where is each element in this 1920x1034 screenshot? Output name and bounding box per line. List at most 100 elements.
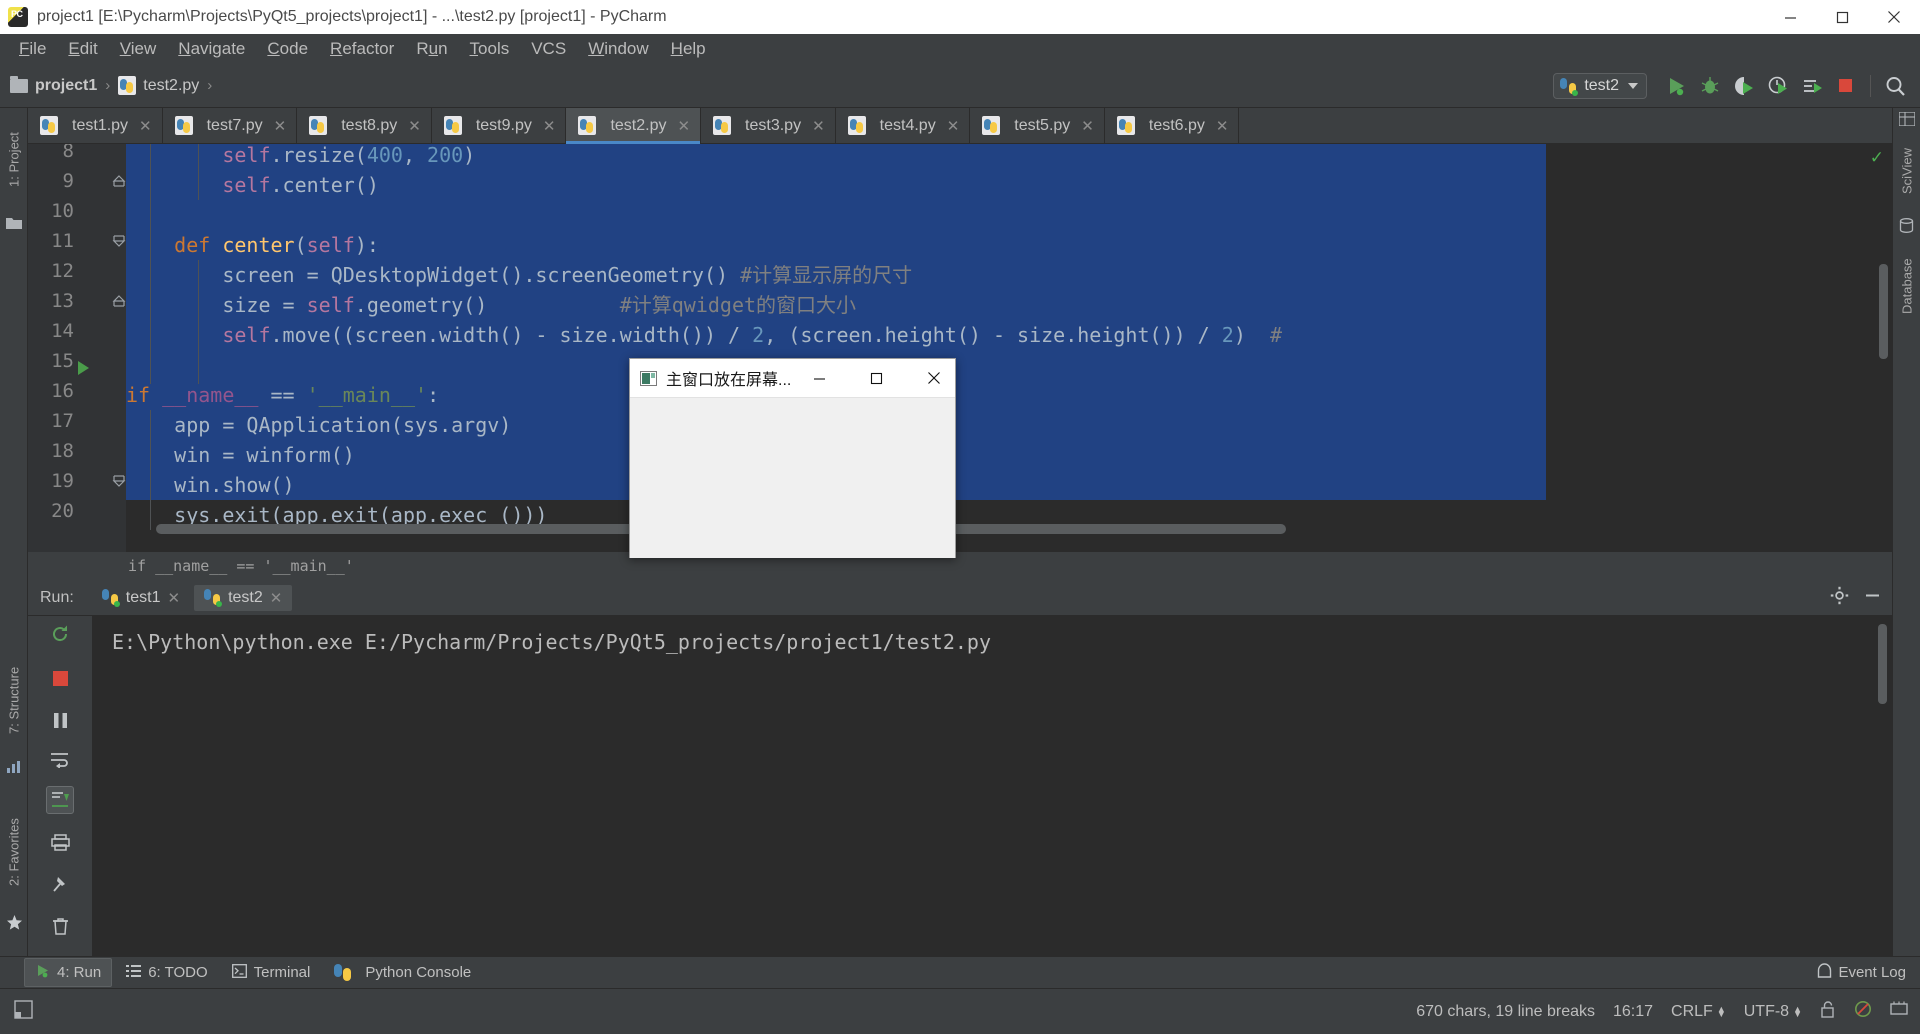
editor-gutter[interactable]: 8 9 10 11 12 13 14 15 16 17 18 19 20 — [28, 144, 126, 552]
hide-icon[interactable] — [1863, 586, 1882, 610]
editor-tab-test1[interactable]: test1.py ✕ — [28, 108, 163, 143]
code-content[interactable]: self.resize(400, 200) self.center() def … — [126, 144, 1892, 552]
delete-icon[interactable] — [46, 912, 74, 940]
editor-tab-test3[interactable]: test3.py ✕ — [701, 108, 836, 143]
close-icon[interactable]: ✕ — [1216, 117, 1229, 135]
run-icon[interactable] — [1659, 68, 1693, 104]
bottom-item-python-console[interactable]: Python Console — [324, 960, 481, 985]
sidebar-item-database-label: Database — [1899, 258, 1915, 314]
run-with-coverage-icon[interactable] — [1727, 68, 1761, 104]
close-icon[interactable]: ✕ — [677, 117, 690, 135]
code-editor[interactable]: 8 9 10 11 12 13 14 15 16 17 18 19 20 sel… — [28, 144, 1892, 552]
editor-tab-test4[interactable]: test4.py ✕ — [836, 108, 971, 143]
fold-marker-icon[interactable] — [112, 294, 126, 308]
stop-icon[interactable] — [46, 664, 74, 692]
code-line-17: app = QApplication(sys.argv) — [126, 413, 512, 437]
menu-view[interactable]: View — [109, 37, 168, 61]
editor-tab-test2[interactable]: test2.py ✕ — [566, 108, 702, 144]
console-scrollbar[interactable] — [1878, 624, 1887, 704]
close-icon[interactable]: ✕ — [167, 589, 180, 607]
scroll-to-end-icon[interactable] — [46, 786, 74, 814]
close-button[interactable] — [1868, 0, 1920, 34]
maximize-button[interactable] — [1816, 0, 1868, 34]
qt-dialog-window[interactable]: 主窗口放在屏幕... — [629, 358, 956, 558]
close-icon[interactable]: ✕ — [543, 117, 556, 135]
structure-icon[interactable] — [6, 760, 22, 774]
menu-file[interactable]: File — [8, 37, 57, 61]
bottom-item-todo[interactable]: 6: TODO — [116, 960, 217, 986]
menu-vcs[interactable]: VCS — [520, 37, 577, 61]
run-configuration-selector[interactable]: test2 — [1553, 73, 1647, 99]
sidebar-item-project[interactable]: 1: Project — [0, 114, 28, 206]
settings-gear-icon[interactable] — [1830, 586, 1849, 610]
editor-vertical-scrollbar[interactable] — [1879, 264, 1888, 359]
close-icon[interactable]: ✕ — [812, 117, 825, 135]
menu-code[interactable]: Code — [256, 37, 319, 61]
menu-refactor[interactable]: Refactor — [319, 37, 405, 61]
stop-icon[interactable] — [1829, 68, 1863, 104]
menu-tools[interactable]: Tools — [459, 37, 521, 61]
editor-tab-label: test7.py — [206, 116, 263, 134]
sidebar-item-database[interactable]: Database — [1893, 240, 1920, 332]
fold-marker-icon[interactable] — [112, 474, 126, 488]
sciview-grid-icon[interactable] — [1898, 111, 1916, 127]
fold-marker-icon[interactable] — [112, 174, 126, 188]
menu-window[interactable]: Window — [577, 37, 659, 61]
search-everywhere-icon[interactable] — [1878, 68, 1912, 104]
memory-icon[interactable] — [1890, 1001, 1908, 1022]
editor-tab-test9[interactable]: test9.py ✕ — [432, 108, 567, 143]
run-console-output[interactable]: E:\Python\python.exe E:/Pycharm/Projects… — [92, 616, 1892, 960]
rerun-icon[interactable] — [46, 620, 74, 648]
menu-navigate[interactable]: Navigate — [167, 37, 256, 61]
profile-icon[interactable] — [1761, 68, 1795, 104]
lock-icon[interactable] — [1820, 1000, 1836, 1023]
run-gutter-icon[interactable] — [78, 361, 89, 375]
sidebar-item-structure[interactable]: 7: Structure — [0, 648, 28, 752]
status-line-separator[interactable]: CRLF ▲ ▼ — [1671, 1003, 1726, 1021]
code-line-9: self.center() — [222, 173, 379, 197]
close-icon[interactable]: ✕ — [139, 117, 152, 135]
pause-icon[interactable] — [46, 706, 74, 734]
editor-tab-test5[interactable]: test5.py ✕ — [970, 108, 1105, 143]
updown-icon: ▲ ▼ — [1793, 1003, 1802, 1019]
breadcrumb-project[interactable]: project1 › — [10, 75, 118, 95]
menu-edit[interactable]: Edit — [57, 37, 108, 61]
database-cylinder-icon[interactable] — [1899, 218, 1915, 233]
editor-tab-test6[interactable]: test6.py ✕ — [1105, 108, 1240, 143]
menu-run[interactable]: Run — [405, 37, 458, 61]
close-icon[interactable]: ✕ — [270, 589, 283, 607]
close-icon[interactable]: ✕ — [1081, 117, 1094, 135]
print-icon[interactable] — [46, 828, 74, 856]
close-icon[interactable]: ✕ — [274, 117, 287, 135]
minimize-button[interactable] — [1764, 0, 1816, 34]
close-icon[interactable]: ✕ — [947, 117, 960, 135]
close-icon[interactable]: ✕ — [408, 117, 421, 135]
project-folder-icon[interactable] — [6, 216, 22, 230]
sidebar-item-sciview[interactable]: SciView — [1893, 134, 1920, 208]
inspection-ok-icon[interactable]: ✓ — [1870, 148, 1884, 168]
pin-icon[interactable] — [46, 870, 74, 898]
favorites-star-icon[interactable] — [6, 914, 22, 932]
menu-help[interactable]: Help — [660, 37, 717, 61]
event-log-button[interactable]: Event Log — [1817, 963, 1906, 982]
sidebar-item-favorites[interactable]: 2: Favorites — [0, 798, 28, 906]
breadcrumb-file[interactable]: test2.py › — [118, 76, 220, 95]
fold-marker-icon[interactable] — [112, 234, 126, 248]
editor-tab-test8[interactable]: test8.py ✕ — [297, 108, 432, 143]
bottom-item-run[interactable]: 4: Run — [24, 958, 113, 987]
qt-dialog-titlebar[interactable]: 主窗口放在屏幕... — [630, 359, 955, 398]
bottom-tool-bar: 4: Run 6: TODO Terminal Python Console E… — [0, 956, 1920, 988]
status-encoding[interactable]: UTF-8 ▲ ▼ — [1744, 1003, 1802, 1021]
run-tab-test1[interactable]: test1 ✕ — [92, 585, 190, 611]
editor-tab-test7[interactable]: test7.py ✕ — [163, 108, 298, 143]
qt-maximize-button[interactable] — [848, 359, 905, 398]
run-tab-test2[interactable]: test2 ✕ — [194, 584, 293, 611]
inspection-icon[interactable] — [1854, 1000, 1872, 1023]
run-anything-icon[interactable] — [1795, 68, 1829, 104]
qt-minimize-button[interactable] — [791, 359, 848, 398]
soft-wrap-icon[interactable] — [46, 746, 74, 774]
debug-icon[interactable] — [1693, 68, 1727, 104]
qt-close-button[interactable] — [905, 359, 962, 398]
bottom-item-terminal[interactable]: Terminal — [222, 960, 321, 986]
layout-toggle-icon[interactable] — [14, 999, 33, 1024]
